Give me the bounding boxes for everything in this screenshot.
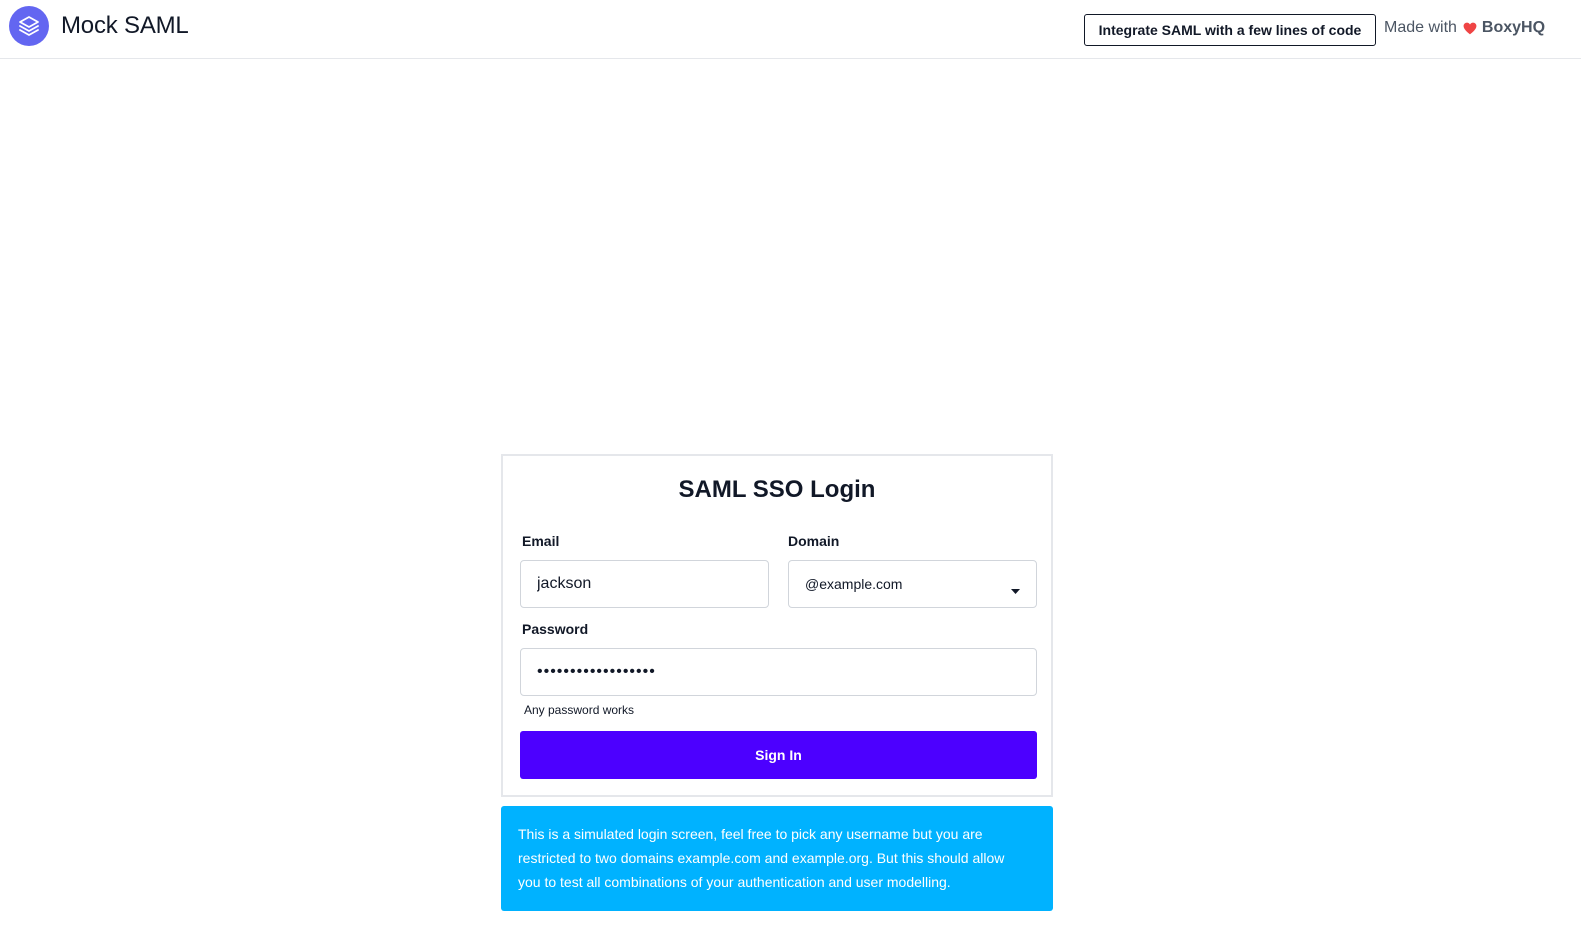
login-card: SAML SSO Login Email Domain @example.com… (501, 454, 1053, 797)
boxyhq-link[interactable]: BoxyHQ (1482, 19, 1545, 37)
brand-link[interactable]: Mock SAML (9, 6, 189, 46)
info-notice: This is a simulated login screen, feel f… (501, 806, 1053, 911)
made-with-credit: Made with BoxyHQ (1384, 19, 1545, 37)
domain-select[interactable]: @example.com (788, 560, 1037, 608)
login-title: SAML SSO Login (678, 476, 876, 503)
password-label: Password (522, 621, 589, 637)
email-label: Email (522, 533, 560, 549)
top-navbar: Mock SAML Integrate SAML with a few line… (0, 0, 1581, 59)
layers-icon (9, 6, 49, 46)
email-field[interactable] (520, 560, 769, 608)
password-field[interactable] (520, 648, 1037, 696)
domain-selected-value: @example.com (805, 576, 903, 592)
sign-in-button[interactable]: Sign In (520, 731, 1037, 779)
caret-down-icon (1011, 582, 1020, 598)
made-with-label: Made with (1384, 19, 1457, 36)
heart-icon (1463, 22, 1477, 35)
brand-title: Mock SAML (61, 12, 189, 39)
domain-label: Domain (788, 533, 840, 549)
info-text: This is a simulated login screen, feel f… (518, 826, 1005, 890)
integrate-saml-button[interactable]: Integrate SAML with a few lines of code (1084, 14, 1376, 46)
password-hint: Any password works (524, 703, 635, 717)
